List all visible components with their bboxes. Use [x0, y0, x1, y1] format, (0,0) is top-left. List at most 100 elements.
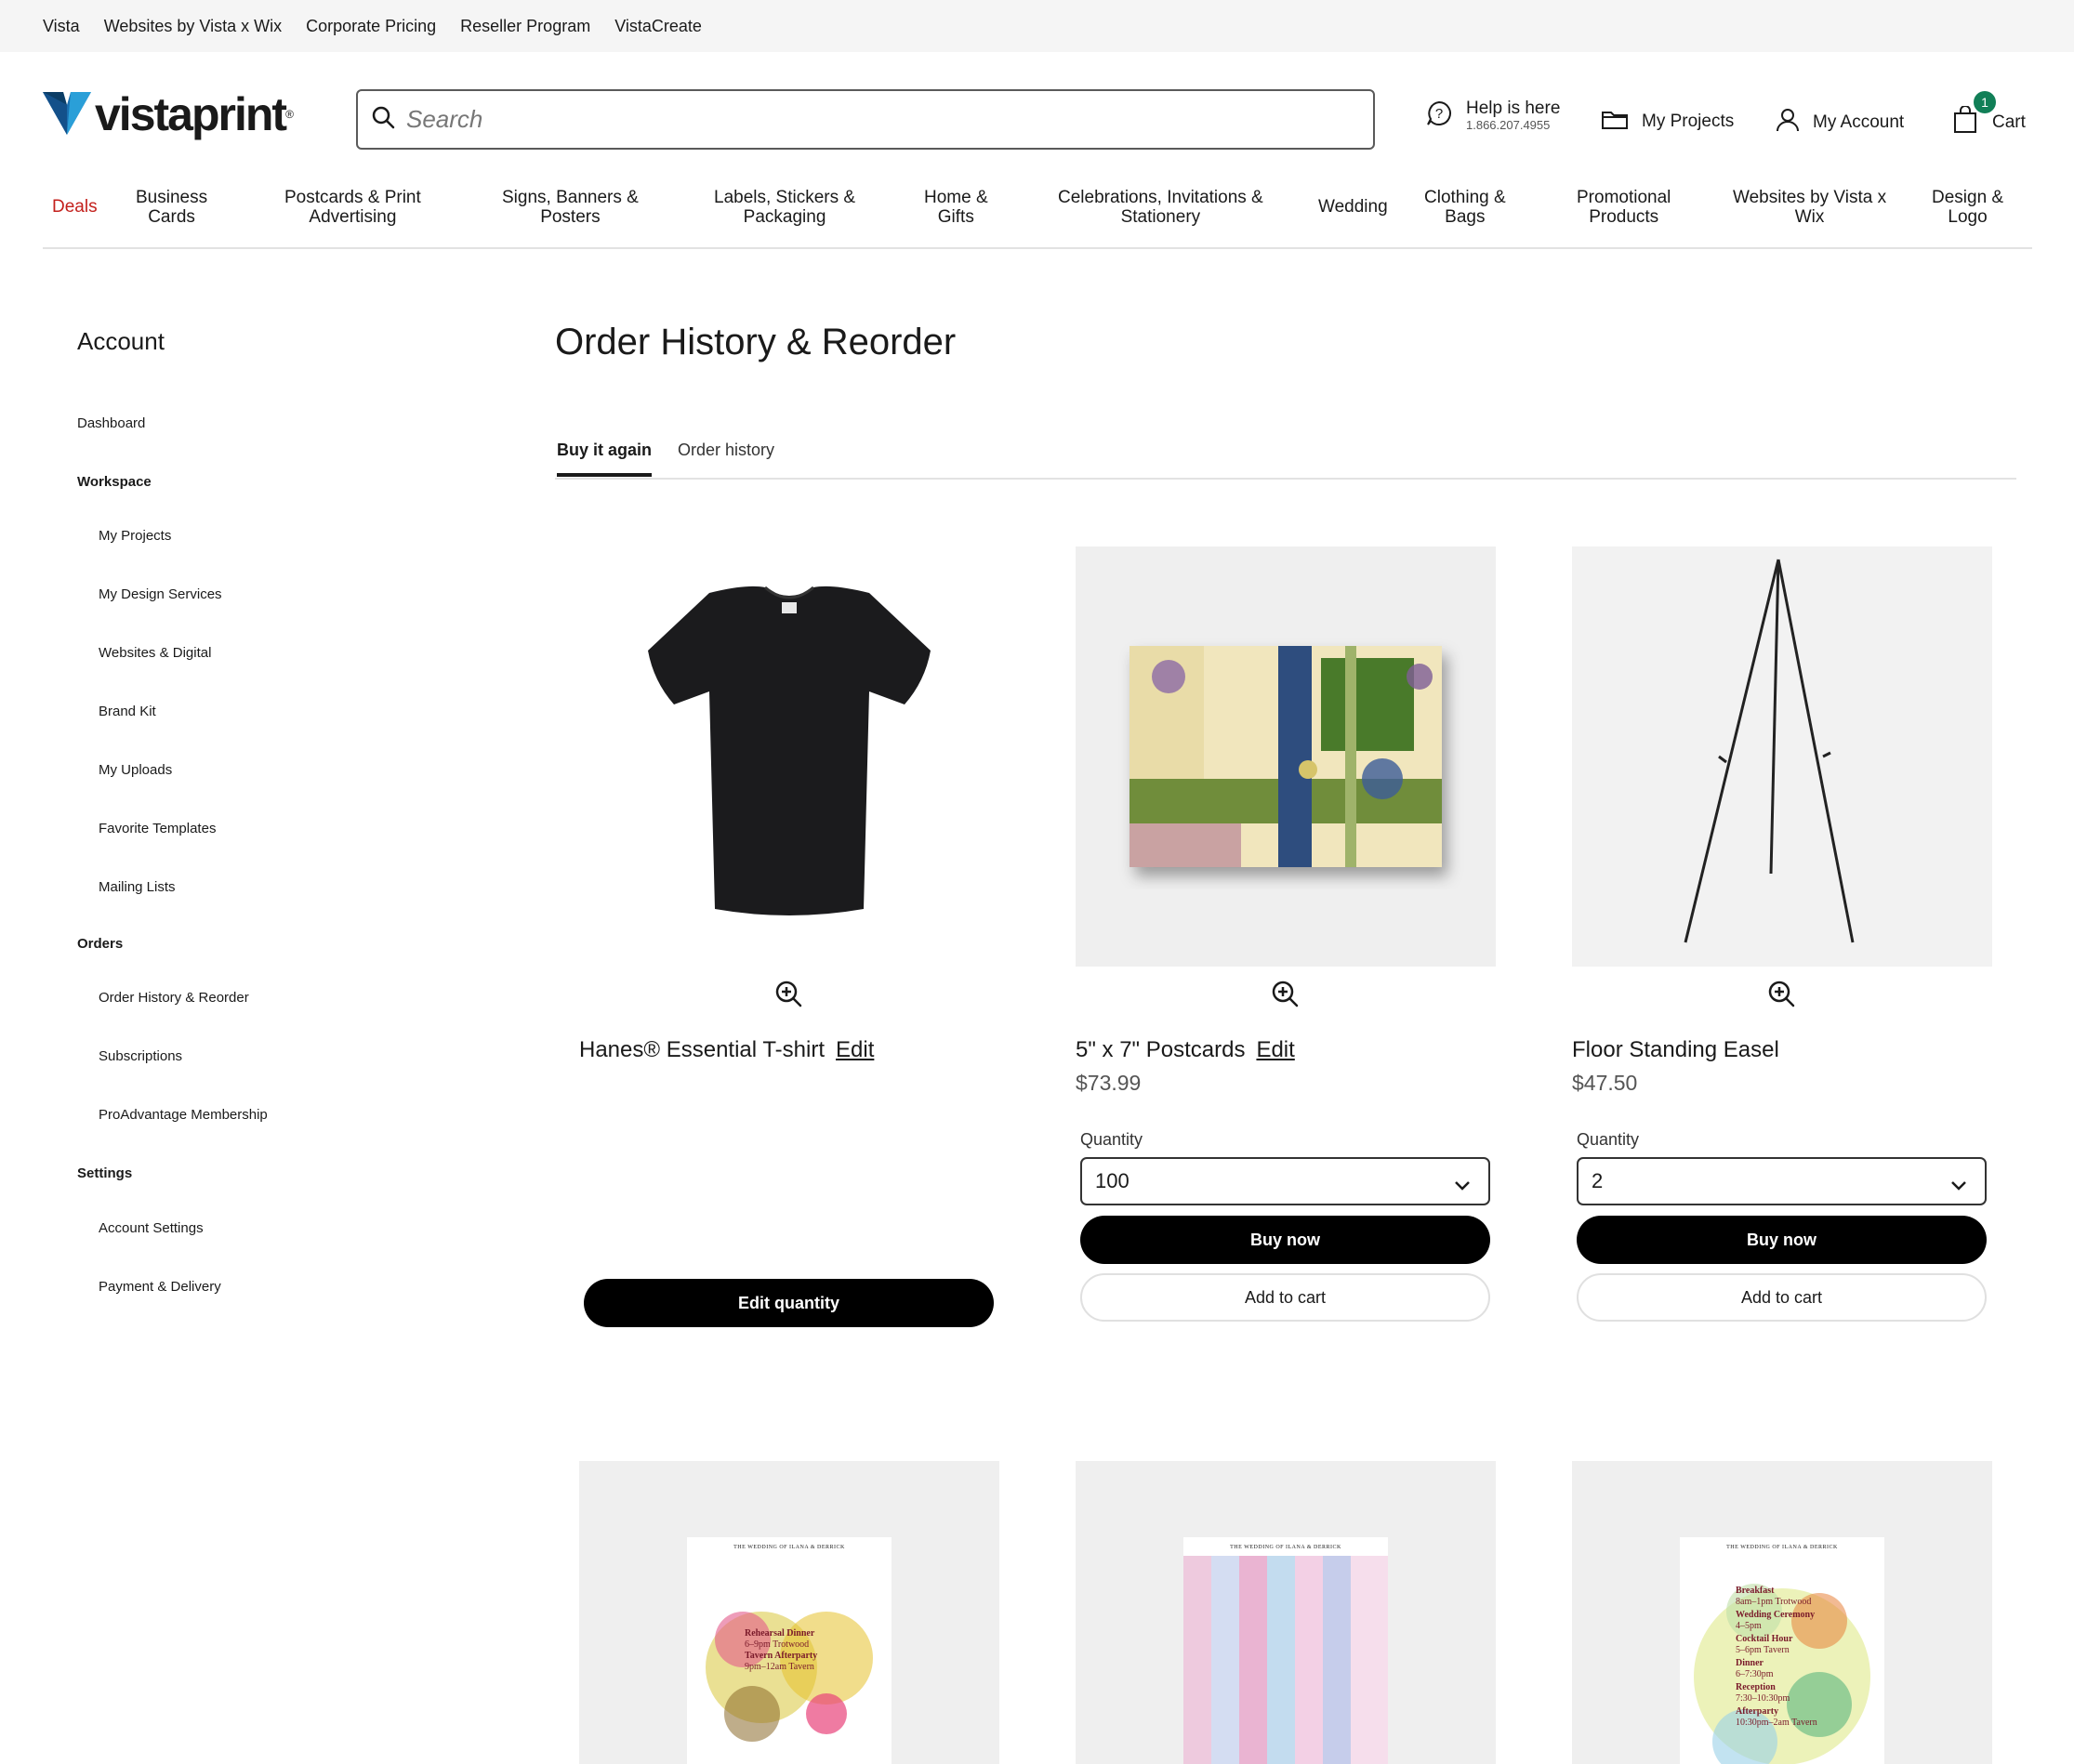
- logo-wordmark: vistaprint: [95, 88, 287, 140]
- utility-link-vista[interactable]: Vista: [43, 17, 80, 36]
- price-postcards: $73.99: [1076, 1071, 1142, 1095]
- wedding-sign-image-2[interactable]: THE WEDDING OF ILANA & DERRICK: [1076, 1461, 1496, 1764]
- category-business-cards[interactable]: Business Cards: [136, 188, 207, 227]
- price-easel: $47.50: [1572, 1071, 1638, 1095]
- search-icon: [371, 105, 395, 134]
- tshirt-product-image[interactable]: [579, 546, 999, 967]
- search-box[interactable]: [356, 89, 1375, 150]
- tab-buy-it-again[interactable]: Buy it again: [557, 441, 653, 477]
- sidebar-item-favorite-templates[interactable]: Favorite Templates: [99, 821, 216, 836]
- sidebar-item-design-services[interactable]: My Design Services: [99, 586, 222, 602]
- sidebar-title: Account: [77, 327, 165, 355]
- sidebar-item-websites-digital[interactable]: Websites & Digital: [99, 645, 211, 661]
- sign-card: THE WEDDING OF ILANA & DERRICK: [1183, 1537, 1388, 1764]
- tab-bar: Buy it again Order history: [555, 435, 2016, 480]
- category-celebrations[interactable]: Celebrations, Invitations & Stationery: [1058, 188, 1263, 227]
- buy-now-button-easel[interactable]: Buy now: [1577, 1216, 1987, 1264]
- category-home-gifts[interactable]: Home & Gifts: [924, 188, 988, 227]
- help-question-icon: ?: [1425, 99, 1453, 132]
- utility-link-reseller[interactable]: Reseller Program: [460, 17, 590, 36]
- sign-header: THE WEDDING OF ILANA & DERRICK: [1726, 1545, 1838, 1550]
- sign-text: Rehearsal Dinner 6–9pm Trotwood Tavern A…: [745, 1628, 818, 1672]
- logo-registered-mark: ®: [285, 108, 294, 121]
- utility-link-websites[interactable]: Websites by Vista x Wix: [104, 17, 282, 36]
- zoom-in-icon[interactable]: [773, 979, 803, 1008]
- sidebar-item-my-uploads[interactable]: My Uploads: [99, 762, 172, 778]
- wedding-sign-image-3[interactable]: THE WEDDING OF ILANA & DERRICK Breakfast…: [1572, 1461, 1992, 1764]
- product-name-easel: Floor Standing Easel: [1572, 1037, 1779, 1062]
- category-deals[interactable]: Deals: [52, 197, 98, 217]
- category-wedding[interactable]: Wedding: [1318, 197, 1388, 217]
- sidebar-item-order-history[interactable]: Order History & Reorder: [99, 990, 249, 1006]
- sidebar-item-payment-delivery[interactable]: Payment & Delivery: [99, 1279, 221, 1295]
- product-name-tshirt: Hanes® Essential T-shirt Edit: [579, 1037, 875, 1062]
- category-postcards[interactable]: Postcards & Print Advertising: [284, 188, 421, 227]
- category-nav: Deals Business Cards Postcards & Print Adv…: [43, 182, 2032, 249]
- sidebar-item-my-projects[interactable]: My Projects: [99, 528, 171, 544]
- folder-icon: [1601, 108, 1629, 135]
- buy-now-button-postcards[interactable]: Buy now: [1080, 1216, 1490, 1264]
- sidebar-item-mailing-lists[interactable]: Mailing Lists: [99, 879, 176, 895]
- edit-quantity-button[interactable]: Edit quantity: [584, 1279, 994, 1327]
- quantity-value: 100: [1095, 1169, 1129, 1192]
- quantity-select-postcards[interactable]: 100: [1080, 1157, 1490, 1205]
- sign-card: THE WEDDING OF ILANA & DERRICK Rehearsal…: [687, 1537, 892, 1764]
- sidebar-heading-orders: Orders: [77, 936, 124, 952]
- help-contact[interactable]: ? Help is here 1.866.207.4955: [1425, 99, 1560, 133]
- cart-count-badge: 1: [1974, 91, 1996, 113]
- cart-label: Cart: [1992, 112, 2026, 132]
- sidebar-item-account-settings[interactable]: Account Settings: [99, 1220, 204, 1236]
- category-signs-banners[interactable]: Signs, Banners & Posters: [502, 188, 639, 227]
- zoom-in-icon[interactable]: [1270, 979, 1300, 1008]
- easel-product-image[interactable]: [1572, 546, 1992, 967]
- utility-bar: Vista Websites by Vista x Wix Corporate …: [0, 0, 2074, 52]
- my-projects-label: My Projects: [1642, 111, 1735, 131]
- sidebar-item-brand-kit[interactable]: Brand Kit: [99, 704, 156, 719]
- category-promotional[interactable]: Promotional Products: [1577, 188, 1671, 227]
- help-title: Help is here: [1466, 99, 1561, 118]
- sign-header: THE WEDDING OF ILANA & DERRICK: [1230, 1545, 1341, 1550]
- quantity-value: 2: [1592, 1169, 1604, 1192]
- category-websites[interactable]: Websites by Vista x Wix: [1733, 188, 1886, 227]
- product-name-postcards: 5" x 7" Postcards Edit: [1076, 1037, 1295, 1062]
- quantity-select-easel[interactable]: 2: [1577, 1157, 1987, 1205]
- sidebar-heading-settings: Settings: [77, 1165, 133, 1181]
- utility-link-corporate-pricing[interactable]: Corporate Pricing: [306, 17, 436, 36]
- sign-card: THE WEDDING OF ILANA & DERRICK Breakfast…: [1680, 1537, 1884, 1764]
- category-design-logo[interactable]: Design & Logo: [1932, 188, 2003, 227]
- quantity-label: Quantity: [1080, 1130, 1143, 1149]
- tab-order-history[interactable]: Order history: [678, 441, 774, 473]
- my-projects-link[interactable]: My Projects: [1601, 108, 1734, 135]
- vistaprint-logo[interactable]: vistaprint ®: [43, 91, 294, 138]
- category-clothing-bags[interactable]: Clothing & Bags: [1424, 188, 1506, 227]
- page-title: Order History & Reorder: [555, 322, 957, 362]
- help-phone[interactable]: 1.866.207.4955: [1466, 118, 1560, 133]
- edit-postcards-link[interactable]: Edit: [1256, 1037, 1294, 1062]
- my-account-label: My Account: [1813, 112, 1905, 132]
- sidebar-heading-workspace: Workspace: [77, 474, 152, 490]
- postcard-product-image[interactable]: [1076, 546, 1496, 967]
- chevron-down-icon: [1453, 1174, 1472, 1198]
- chevron-down-icon: [1949, 1174, 1968, 1198]
- sign-schedule-text: Breakfast 8am–1pm Trotwood Wedding Cerem…: [1736, 1586, 1817, 1728]
- add-to-cart-button-postcards[interactable]: Add to cart: [1080, 1273, 1490, 1322]
- user-icon: [1776, 108, 1800, 137]
- sidebar-item-dashboard[interactable]: Dashboard: [77, 415, 145, 431]
- cart-link[interactable]: 1 Cart: [1953, 91, 2026, 133]
- site-header: vistaprint ® ? Help is here 1.866.207.49…: [0, 52, 2074, 182]
- logo-mark-icon: [43, 92, 91, 137]
- zoom-in-icon[interactable]: [1766, 979, 1796, 1008]
- sidebar-item-subscriptions[interactable]: Subscriptions: [99, 1048, 182, 1064]
- add-to-cart-button-easel[interactable]: Add to cart: [1577, 1273, 1987, 1322]
- sign-header: THE WEDDING OF ILANA & DERRICK: [733, 1545, 845, 1550]
- wedding-sign-image-1[interactable]: THE WEDDING OF ILANA & DERRICK Rehearsal…: [579, 1461, 999, 1764]
- search-input[interactable]: [406, 105, 1243, 134]
- quantity-label: Quantity: [1577, 1130, 1640, 1149]
- category-labels-stickers[interactable]: Labels, Stickers & Packaging: [714, 188, 855, 227]
- cart-bag-icon: [1953, 105, 1979, 138]
- sidebar-item-proadvantage[interactable]: ProAdvantage Membership: [99, 1107, 268, 1123]
- my-account-link[interactable]: My Account: [1776, 108, 1904, 137]
- svg-text:?: ?: [1435, 106, 1443, 122]
- utility-link-vistacreate[interactable]: VistaCreate: [614, 17, 702, 36]
- edit-tshirt-link[interactable]: Edit: [836, 1037, 874, 1062]
